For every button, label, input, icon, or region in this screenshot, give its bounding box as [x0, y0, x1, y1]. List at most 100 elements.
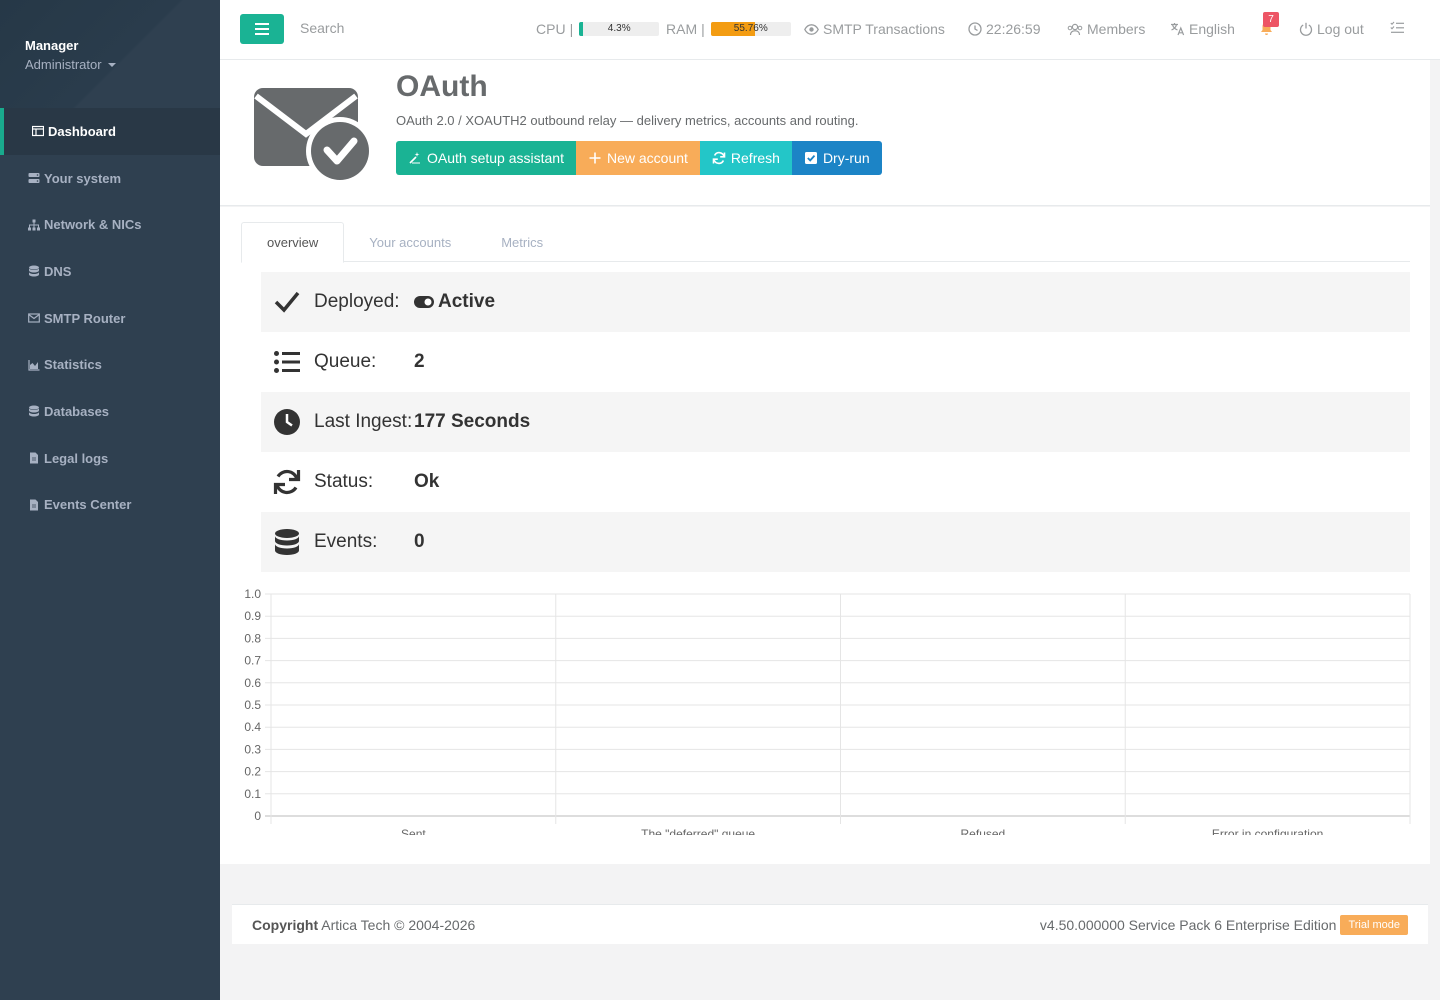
clock-time: 22:26:59: [986, 21, 1041, 37]
user-role-dropdown[interactable]: Administrator: [25, 57, 116, 72]
y-tick-label: 0.1: [244, 787, 261, 801]
y-tick-label: 0.7: [244, 654, 261, 668]
list-item-deployed: Deployed: Active: [261, 272, 1410, 332]
cpu-label: CPU: [536, 21, 566, 37]
magic-wand-icon: [409, 152, 420, 164]
sidebar: Manager Administrator Dashboard Your sys…: [0, 0, 220, 1000]
tab-bar: overview Your accounts Metrics: [241, 222, 1410, 263]
smtp-transactions-link[interactable]: SMTP Transactions: [804, 21, 945, 37]
file-icon: [27, 452, 40, 465]
list-icon: [273, 348, 301, 376]
footer: Copyright Artica Tech © 2004-2026 v4.50.…: [232, 904, 1428, 944]
refresh-button[interactable]: Refresh: [699, 141, 792, 175]
sidebar-item-label: SMTP Router: [44, 310, 126, 326]
user-name: Manager: [25, 38, 79, 53]
status-label: Status:: [314, 471, 374, 492]
language-selector[interactable]: English: [1170, 21, 1235, 37]
y-tick-label: 0.4: [244, 720, 261, 734]
x-tick-label: Error in configuration: [1212, 827, 1323, 835]
sidebar-item-your-system[interactable]: Your system: [0, 155, 220, 202]
smtp-transactions-label: SMTP Transactions: [823, 21, 945, 37]
notification-count-badge: 7: [1263, 12, 1279, 27]
sidebar-item-databases[interactable]: Databases: [0, 388, 220, 435]
members-label: Members: [1087, 21, 1146, 37]
refresh-icon: [273, 468, 301, 496]
sidebar-item-legal-logs[interactable]: Legal logs: [0, 435, 220, 482]
sidebar-item-dashboard[interactable]: Dashboard: [0, 108, 220, 155]
sidebar-item-label: Databases: [44, 403, 110, 419]
users-icon: [1067, 23, 1083, 35]
area-chart-icon: [27, 358, 40, 371]
deployed-label: Deployed:: [314, 291, 400, 312]
sidebar-item-label: Dashboard: [48, 123, 116, 139]
copyright: Copyright Artica Tech © 2004-2026: [252, 917, 475, 933]
envelope-check-icon: [254, 88, 372, 184]
copyright-text: Artica Tech © 2004-2026: [321, 916, 476, 933]
file-icon: [27, 498, 40, 511]
new-account-button[interactable]: New account: [575, 141, 700, 175]
table-icon: [31, 125, 44, 138]
tasks-icon: [1390, 21, 1404, 33]
oauth-setup-assistant-button[interactable]: OAuth setup assistant: [396, 141, 576, 175]
clock: 22:26:59: [968, 21, 1041, 37]
checkbox-checked-icon: [804, 152, 817, 164]
version-text: v4.50.000000 Service Pack 6 Enterprise E…: [1039, 916, 1337, 933]
trial-mode-badge: Trial mode: [1340, 914, 1408, 935]
members-link[interactable]: Members: [1067, 21, 1145, 37]
sidebar-item-network[interactable]: Network & NICs: [0, 201, 220, 248]
info-list: Deployed: Active Queue: 2 Last Ingest: 1…: [261, 272, 1410, 572]
y-tick-label: 0.5: [244, 698, 261, 712]
version-info: v4.50.000000 Service Pack 6 Enterprise E…: [1039, 914, 1408, 935]
list-item-last-ingest: Last Ingest: 177 Seconds: [261, 392, 1410, 452]
dry-run-button[interactable]: Dry-run: [791, 141, 882, 175]
copyright-label: Copyright: [252, 916, 319, 933]
cpu-progress: 4.3%: [579, 22, 660, 36]
last-ingest-label: Last Ingest:: [314, 411, 413, 432]
eye-icon: [804, 23, 819, 35]
logout-link[interactable]: Log out: [1299, 21, 1364, 37]
bar-chart: 0 0.1 0.2 0.3 0.4 0.5 0.6 0.7 0.8 0.9 1.0 Sent The "…: [244, 587, 1411, 835]
profile-panel: Manager Administrator: [0, 0, 220, 108]
y-tick-label: 0.9: [244, 609, 261, 623]
database-icon: [27, 265, 40, 278]
sidebar-item-label: Your system: [44, 170, 122, 186]
tasks-button[interactable]: [1390, 21, 1405, 34]
sidebar-item-label: Events Center: [44, 497, 132, 513]
power-icon: [1299, 22, 1313, 36]
check-icon: [273, 288, 301, 316]
events-label: Events:: [314, 531, 378, 552]
plus-icon: [589, 152, 601, 164]
dry-run-label: Dry-run: [822, 150, 870, 166]
y-tick-label: 0: [254, 809, 261, 823]
server-icon: [27, 172, 40, 185]
tab-overview[interactable]: overview: [241, 222, 345, 263]
y-tick-label: 0.6: [244, 676, 261, 690]
cpu-meter: CPU | 4.3%: [536, 21, 660, 37]
search-input[interactable]: [300, 20, 500, 36]
queue-label: Queue:: [314, 351, 377, 372]
sidebar-item-label: Network & NICs: [44, 217, 142, 233]
sitemap-icon: [27, 218, 40, 231]
envelope-icon: [27, 312, 40, 325]
tab-your-accounts[interactable]: Your accounts: [344, 222, 476, 262]
x-tick-label: Sent: [401, 827, 426, 835]
y-tick-label: 1.0: [244, 587, 261, 601]
refresh-icon: [712, 151, 726, 165]
x-tick-label: The "deferred" queue: [641, 827, 755, 835]
y-tick-label: 0.2: [244, 765, 261, 779]
events-value: 0: [414, 531, 425, 552]
tab-metrics[interactable]: Metrics: [476, 222, 568, 262]
sidebar-item-smtp-router[interactable]: SMTP Router: [0, 295, 220, 342]
menu-toggle-button[interactable]: [240, 14, 284, 44]
list-item-queue: Queue: 2: [261, 332, 1410, 392]
sidebar-item-events-center[interactable]: Events Center: [0, 482, 220, 529]
hamburger-icon: [255, 23, 269, 35]
sidebar-item-label: Statistics: [44, 357, 102, 373]
sidebar-item-statistics[interactable]: Statistics: [0, 341, 220, 388]
sidebar-item-dns[interactable]: DNS: [0, 248, 220, 295]
ram-meter: RAM | 55.76%: [666, 21, 791, 37]
oauth-setup-assistant-label: OAuth setup assistant: [427, 150, 564, 166]
status-value: Ok: [414, 471, 440, 492]
list-item-status: Status: Ok: [261, 452, 1410, 512]
scrollbar[interactable]: [1430, 60, 1440, 864]
